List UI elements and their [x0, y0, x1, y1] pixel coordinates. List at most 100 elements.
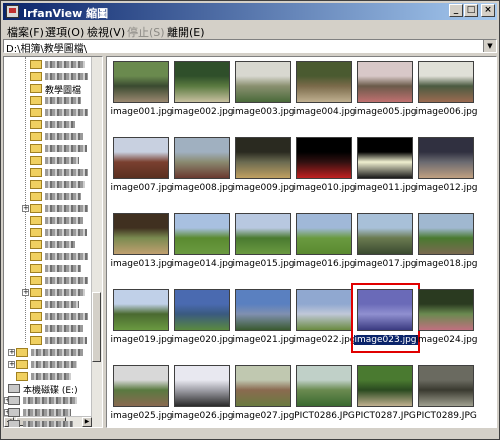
thumbnail-image[interactable]: [174, 137, 230, 179]
thumbnail[interactable]: image019.jpg: [111, 287, 173, 347]
tree-item[interactable]: [4, 239, 100, 250]
thumbnail-image[interactable]: [296, 61, 352, 103]
thumbnail-image[interactable]: [418, 61, 474, 103]
thumbnail[interactable]: image018.jpg: [416, 211, 478, 271]
thumbnail-image[interactable]: [174, 213, 230, 255]
minimize-button[interactable]: _: [449, 4, 463, 17]
thumbnail[interactable]: image009.jpg: [233, 135, 295, 195]
thumbnail[interactable]: image010.jpg: [294, 135, 356, 195]
thumbnail[interactable]: image005.jpg: [355, 59, 417, 119]
tree-item[interactable]: [4, 215, 100, 226]
tree-item[interactable]: [4, 335, 100, 346]
thumbnail-image[interactable]: [296, 289, 352, 331]
maximize-button[interactable]: □: [464, 4, 478, 17]
thumbnail-image[interactable]: [235, 61, 291, 103]
menu-options[interactable]: 選項(O): [45, 24, 84, 40]
thumbnail[interactable]: image025.jpg: [111, 363, 173, 423]
tree-item[interactable]: +: [4, 287, 100, 298]
thumbnail[interactable]: image002.jpg: [172, 59, 234, 119]
thumbnail-grid[interactable]: image001.jpg image002.jpg image003.jpg imag…: [106, 56, 497, 428]
menu-view[interactable]: 檢視(V): [87, 24, 125, 40]
thumbnail[interactable]: image007.jpg: [111, 135, 173, 195]
menu-file[interactable]: 檔案(F): [7, 24, 44, 40]
thumbnail-image[interactable]: [235, 365, 291, 407]
thumbnail-image[interactable]: [296, 213, 352, 255]
thumbnail[interactable]: image016.jpg: [294, 211, 356, 271]
tree-item[interactable]: [4, 419, 100, 427]
tree-item[interactable]: [4, 167, 100, 178]
menu-exit[interactable]: 離開(E): [167, 24, 205, 40]
thumbnail-image[interactable]: [235, 137, 291, 179]
tree-item[interactable]: [4, 275, 100, 286]
thumbnail-image[interactable]: [113, 61, 169, 103]
thumbnail-image[interactable]: [418, 137, 474, 179]
thumbnail-image[interactable]: [113, 365, 169, 407]
tree-item[interactable]: [4, 119, 100, 130]
thumbnail[interactable]: image011.jpg: [355, 135, 417, 195]
path-combobox[interactable]: D:\相簿\教學圖檔\ ▼: [3, 39, 497, 55]
expand-plus-icon[interactable]: +: [22, 289, 29, 296]
thumbnail-image[interactable]: [357, 365, 413, 407]
thumbnail-image[interactable]: [357, 137, 413, 179]
thumbnail-image[interactable]: [418, 365, 474, 407]
tree-item[interactable]: [4, 59, 100, 70]
thumbnail-image[interactable]: [235, 289, 291, 331]
thumbnail-image[interactable]: [296, 137, 352, 179]
thumbnail[interactable]: image020.jpg: [172, 287, 234, 347]
thumbnail[interactable]: image024.jpg: [416, 287, 478, 347]
thumbnail-image[interactable]: [113, 289, 169, 331]
thumbnail-image[interactable]: [235, 213, 291, 255]
thumbnail[interactable]: PICT0287.JPG: [355, 363, 416, 423]
tree-item-current-folder[interactable]: 教學圖檔: [4, 83, 100, 96]
thumbnail-image[interactable]: [357, 213, 413, 255]
thumbnail-image[interactable]: [418, 213, 474, 255]
tree-item[interactable]: [4, 143, 100, 154]
thumbnail[interactable]: image001.jpg: [111, 59, 173, 119]
tree-item[interactable]: [4, 323, 100, 334]
thumbnail[interactable]: image022.jpg: [294, 287, 356, 347]
thumbnail[interactable]: PICT0289.JPG: [416, 363, 477, 423]
thumbnail-image[interactable]: [113, 137, 169, 179]
thumbnail-image[interactable]: [296, 365, 352, 407]
thumbnail[interactable]: image014.jpg: [172, 211, 234, 271]
thumbnail[interactable]: image027.jpg: [233, 363, 295, 423]
expand-plus-icon[interactable]: +: [8, 361, 15, 368]
expand-plus-icon[interactable]: +: [8, 349, 15, 356]
tree-item[interactable]: +: [4, 407, 100, 418]
thumbnail[interactable]: image003.jpg: [233, 59, 295, 119]
tree-item[interactable]: [4, 371, 100, 382]
thumbnail[interactable]: image008.jpg: [172, 135, 234, 195]
tree-item[interactable]: [4, 179, 100, 190]
chevron-down-icon[interactable]: ▼: [483, 40, 496, 52]
tree-item[interactable]: +: [4, 359, 100, 370]
thumbnail-image[interactable]: [418, 289, 474, 331]
tree-item[interactable]: [4, 71, 100, 82]
expand-plus-icon[interactable]: +: [22, 205, 29, 212]
tree-item[interactable]: +: [4, 347, 100, 358]
thumbnail[interactable]: image013.jpg: [111, 211, 173, 271]
thumbnail[interactable]: PICT0286.JPG: [294, 363, 355, 423]
thumbnail-image[interactable]: [357, 61, 413, 103]
irfanview-app-icon[interactable]: [6, 5, 19, 18]
tree-item-drive-e[interactable]: 本機磁碟 (E:): [4, 383, 100, 396]
tree-item[interactable]: +: [4, 395, 100, 406]
thumbnail[interactable]: image004.jpg: [294, 59, 356, 119]
thumbnail[interactable]: image015.jpg: [233, 211, 295, 271]
tree-item[interactable]: [4, 263, 100, 274]
thumbnail[interactable]: image026.jpg: [172, 363, 234, 423]
close-button[interactable]: ×: [481, 4, 495, 17]
tree-item[interactable]: [4, 311, 100, 322]
tree-item[interactable]: +: [4, 203, 100, 214]
thumbnail[interactable]: image006.jpg: [416, 59, 478, 119]
thumbnail[interactable]: image017.jpg: [355, 211, 417, 271]
thumbnail[interactable]: image021.jpg: [233, 287, 295, 347]
tree-item[interactable]: [4, 131, 100, 142]
thumbnail-image[interactable]: [174, 289, 230, 331]
tree-item[interactable]: [4, 95, 100, 106]
thumbnail-image[interactable]: [113, 213, 169, 255]
title-bar[interactable]: IrfanView 縮圖 _ □ ×: [3, 3, 497, 20]
thumbnail-image[interactable]: [174, 61, 230, 103]
tree-item[interactable]: [4, 251, 100, 262]
tree-item[interactable]: [4, 155, 100, 166]
tree-item[interactable]: [4, 107, 100, 118]
